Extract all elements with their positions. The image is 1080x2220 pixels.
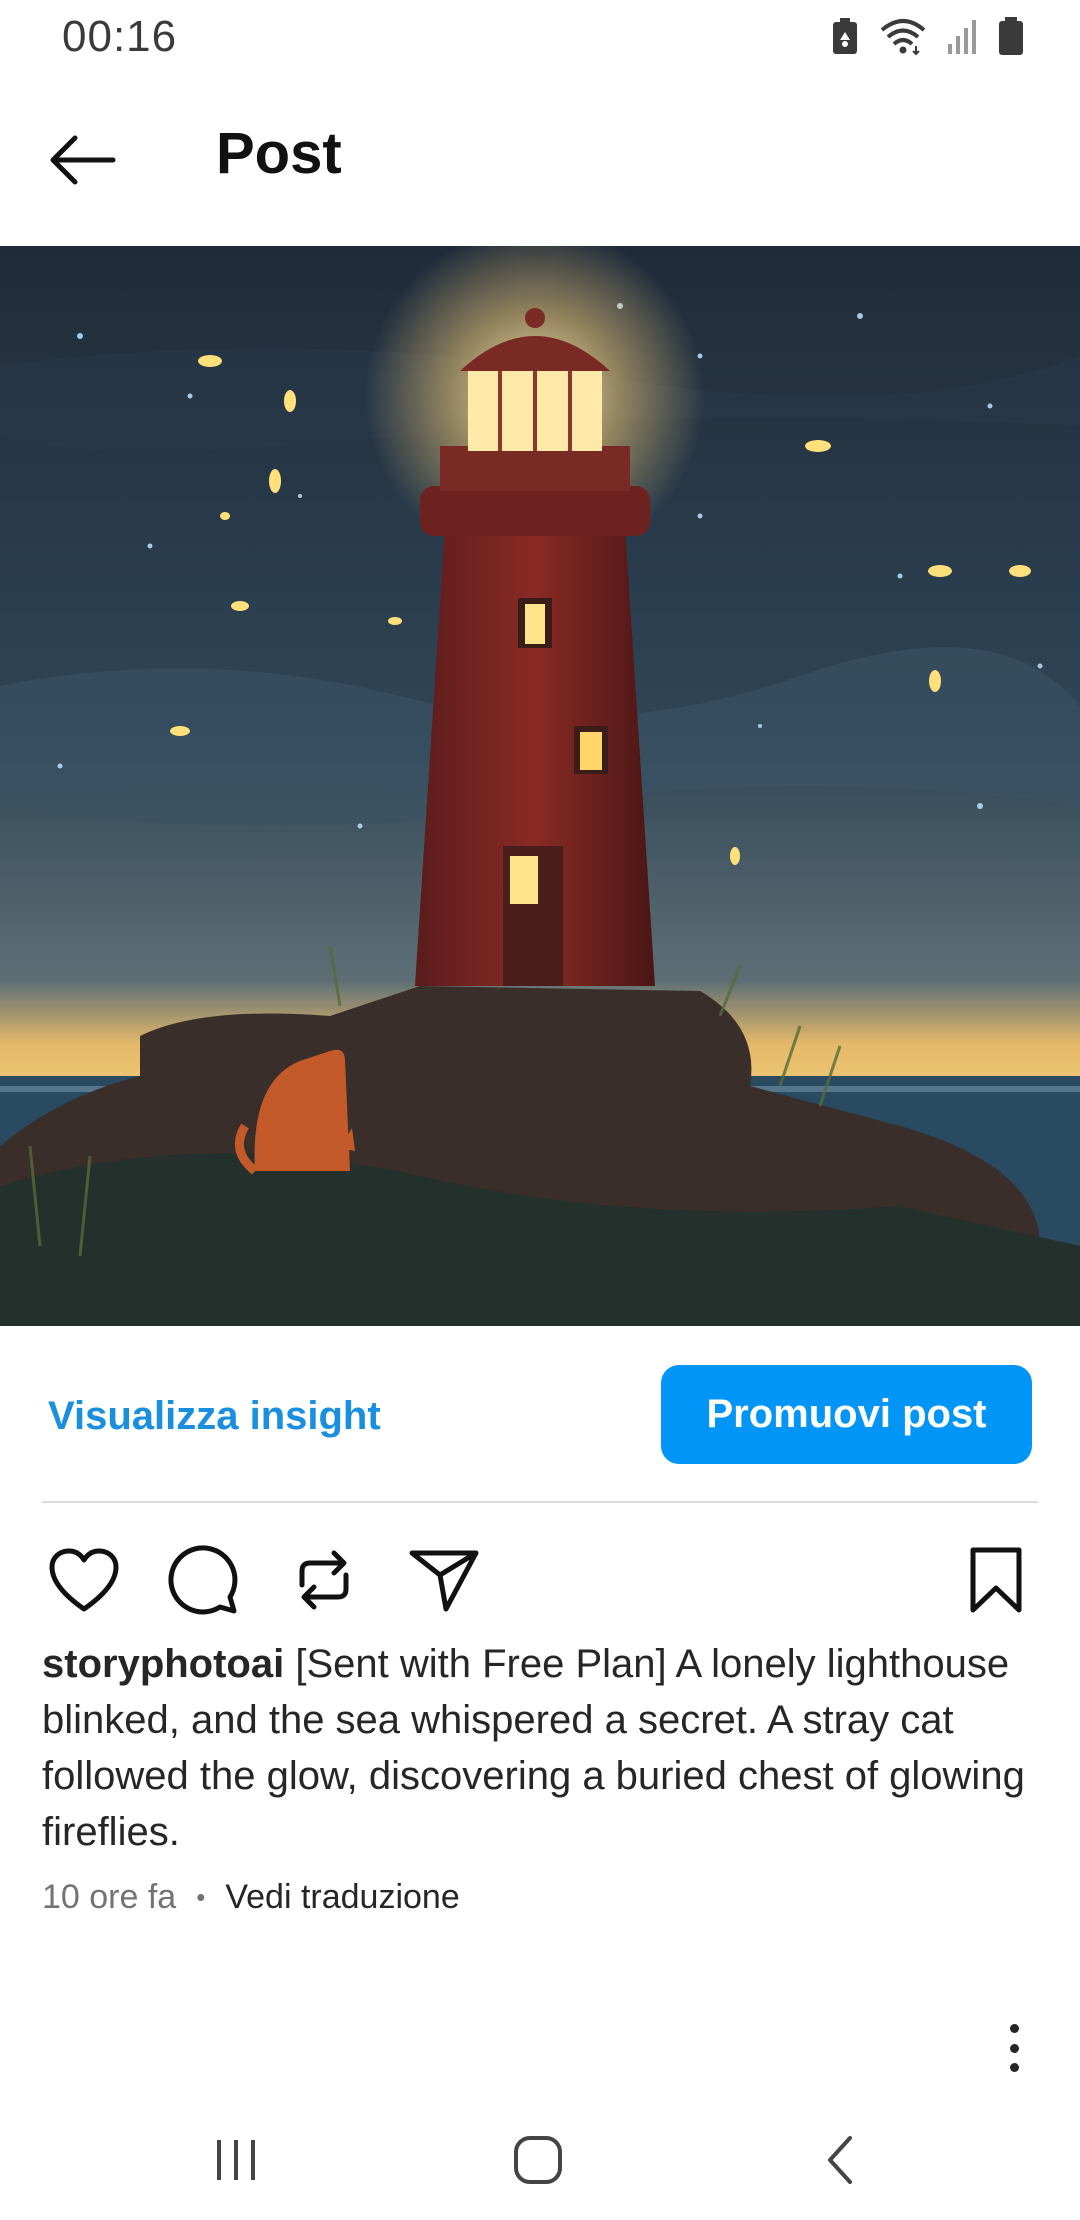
more-dot bbox=[1009, 2063, 1019, 2072]
more-options-button[interactable] bbox=[990, 2020, 1038, 2076]
heart-icon bbox=[49, 1548, 119, 1612]
caption-username[interactable]: storyphotoai bbox=[42, 1642, 284, 1686]
repost-icon bbox=[299, 1550, 349, 1610]
recents-icon bbox=[217, 2140, 255, 2180]
status-time: 00:16 bbox=[62, 12, 178, 61]
arrow-left-icon bbox=[50, 135, 116, 185]
page-title: Post bbox=[216, 121, 342, 186]
repost-button[interactable] bbox=[284, 1540, 364, 1620]
view-insights-link[interactable]: Visualizza insight bbox=[48, 1394, 381, 1439]
like-button[interactable] bbox=[44, 1540, 124, 1620]
battery-saver-icon bbox=[833, 18, 857, 54]
post-caption: storyphotoai [Sent with Free Plan] A lon… bbox=[42, 1636, 1052, 1860]
comment-button[interactable] bbox=[164, 1540, 244, 1620]
save-button[interactable] bbox=[956, 1540, 1036, 1620]
lighthouse-illustration bbox=[0, 246, 1080, 1326]
header: Post bbox=[0, 76, 1080, 246]
wifi-icon bbox=[880, 19, 926, 56]
status-bar: 00:16 bbox=[0, 0, 1080, 76]
signal-icon bbox=[948, 20, 976, 54]
share-icon bbox=[409, 1550, 479, 1612]
post-meta: 10 ore fa • Vedi traduzione bbox=[42, 1878, 460, 1917]
promote-post-button[interactable]: Promuovi post bbox=[661, 1365, 1032, 1464]
share-button[interactable] bbox=[404, 1540, 484, 1620]
see-translation-link[interactable]: Vedi traduzione bbox=[225, 1878, 459, 1917]
more-dot bbox=[1009, 2024, 1019, 2033]
meta-separator: • bbox=[196, 1882, 206, 1912]
back-button[interactable] bbox=[44, 122, 120, 198]
system-nav-bar bbox=[0, 2100, 1080, 2220]
battery-icon bbox=[999, 17, 1023, 55]
post-time: 10 ore fa bbox=[42, 1878, 177, 1916]
bookmark-icon bbox=[970, 1547, 1022, 1613]
back-icon bbox=[828, 2136, 852, 2184]
home-icon bbox=[514, 2136, 562, 2184]
home-button[interactable] bbox=[498, 2120, 578, 2200]
post-image[interactable] bbox=[0, 246, 1080, 1326]
more-dot bbox=[1009, 2043, 1019, 2053]
nav-back-button[interactable] bbox=[800, 2120, 880, 2200]
insight-row: Visualizza insight Promuovi post bbox=[0, 1326, 1080, 1502]
post-actions bbox=[0, 1510, 1080, 1640]
divider bbox=[42, 1501, 1038, 1503]
recents-button[interactable] bbox=[196, 2120, 276, 2200]
status-icons bbox=[830, 16, 1024, 56]
comment-icon bbox=[168, 1545, 238, 1615]
